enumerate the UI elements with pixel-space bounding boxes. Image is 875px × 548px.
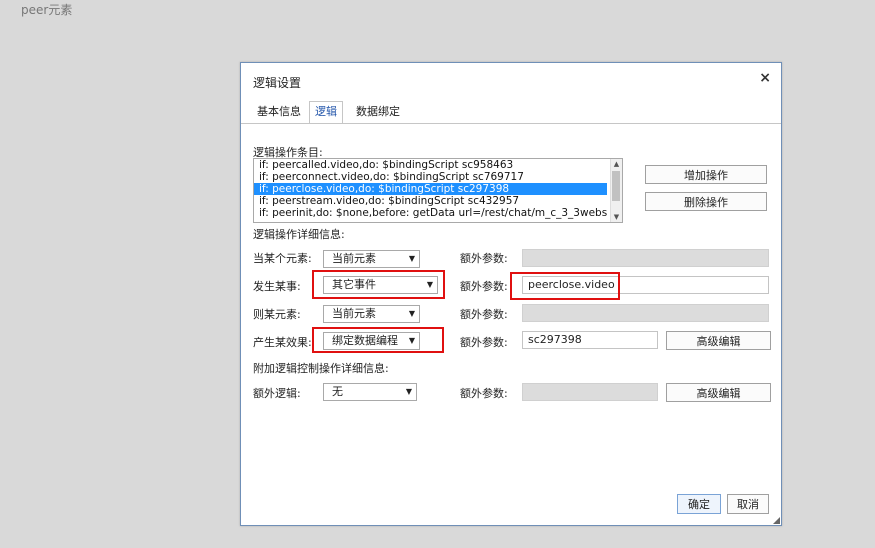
page-title: peer元素 <box>21 3 73 17</box>
target-select-value: 当前元素 <box>332 307 376 320</box>
logic-settings-dialog: 逻辑设置 × 基本信息 逻辑 数据绑定 逻辑操作条目: if: peercall… <box>240 62 782 526</box>
cancel-button[interactable]: 取消 <box>727 494 769 514</box>
element-select[interactable]: 当前元素 ▼ <box>323 250 420 268</box>
tab-logic[interactable]: 逻辑 <box>309 101 343 124</box>
scroll-up-icon[interactable]: ▲ <box>611 159 622 169</box>
event-select-value: 其它事件 <box>332 278 376 291</box>
detail-section-label: 逻辑操作详细信息: <box>253 228 345 241</box>
resize-handle-icon[interactable] <box>773 517 780 524</box>
extra-logic-extra-label: 额外参数: <box>460 387 508 400</box>
effect-advanced-edit-button[interactable]: 高级编辑 <box>666 331 771 350</box>
event-select[interactable]: 其它事件 ▼ <box>323 276 438 294</box>
operation-item-selected[interactable]: if: peerclose.video,do: $bindingScript s… <box>254 183 607 195</box>
chevron-down-icon: ▼ <box>405 387 412 396</box>
operation-item[interactable]: if: peercalled.video,do: $bindingScript … <box>254 159 607 171</box>
extra-logic-label: 额外逻辑: <box>253 387 301 400</box>
tab-data-binding[interactable]: 数据绑定 <box>350 101 406 124</box>
operations-listbox[interactable]: if: peercalled.video,do: $bindingScript … <box>253 158 623 223</box>
chevron-down-icon: ▼ <box>426 280 433 289</box>
target-extra-label: 额外参数: <box>460 308 508 321</box>
extra-logic-extra-input <box>522 383 658 401</box>
extra-logic-advanced-edit-button[interactable]: 高级编辑 <box>666 383 771 402</box>
event-label: 发生某事: <box>253 280 301 293</box>
element-select-value: 当前元素 <box>332 252 376 265</box>
chevron-down-icon: ▼ <box>408 254 415 263</box>
event-extra-label: 额外参数: <box>460 280 508 293</box>
operation-item[interactable]: if: peerconnect.video,do: $bindingScript… <box>254 171 607 183</box>
target-select[interactable]: 当前元素 ▼ <box>323 305 420 323</box>
scroll-thumb[interactable] <box>612 171 620 201</box>
listbox-scrollbar[interactable]: ▲ ▼ <box>610 159 622 222</box>
effect-select[interactable]: 绑定数据编程 ▼ <box>323 332 420 350</box>
dialog-title: 逻辑设置 <box>253 76 302 90</box>
chevron-down-icon: ▼ <box>408 309 415 318</box>
add-operation-button[interactable]: 增加操作 <box>645 165 767 184</box>
operation-item[interactable]: if: peerstream.video,do: $bindingScript … <box>254 195 607 207</box>
effect-extra-input[interactable]: sc297398 <box>522 331 658 349</box>
ok-button[interactable]: 确定 <box>677 494 721 514</box>
extra-section-label: 附加逻辑控制操作详细信息: <box>253 362 389 375</box>
tab-basic-info[interactable]: 基本信息 <box>251 101 307 124</box>
operation-item[interactable]: if: peerinit,do: $none,before: getData u… <box>254 207 607 219</box>
extra-logic-select-value: 无 <box>332 385 343 398</box>
chevron-down-icon: ▼ <box>408 336 415 345</box>
scroll-down-icon[interactable]: ▼ <box>611 212 622 222</box>
effect-extra-label: 额外参数: <box>460 336 508 349</box>
effect-label: 产生某效果: <box>253 336 312 349</box>
extra-logic-select[interactable]: 无 ▼ <box>323 383 417 401</box>
event-extra-highlight <box>510 272 620 300</box>
close-icon[interactable]: × <box>759 70 771 86</box>
delete-operation-button[interactable]: 删除操作 <box>645 192 767 211</box>
target-label: 则某元素: <box>253 308 301 321</box>
element-label: 当某个元素: <box>253 252 312 265</box>
target-extra-input <box>522 304 769 322</box>
effect-select-value: 绑定数据编程 <box>332 334 398 347</box>
tab-panel-logic: 逻辑操作条目: if: peercalled.video,do: $bindin… <box>241 123 781 525</box>
element-extra-label: 额外参数: <box>460 252 508 265</box>
element-extra-input <box>522 249 769 267</box>
